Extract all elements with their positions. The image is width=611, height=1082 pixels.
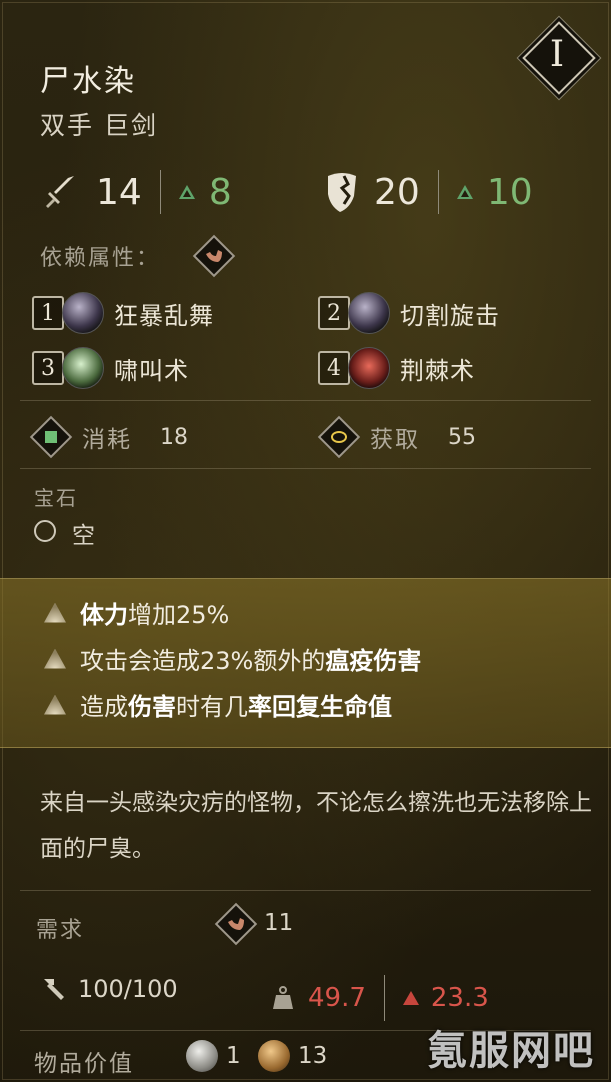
scaling-label: 依赖属性： [40,246,161,271]
requirement-value: 11 [264,910,294,936]
skill-key: 1 [32,296,64,330]
item-value-label: 物品价值 [34,1051,134,1077]
skill-icon-rampage [62,292,104,334]
effect-keyword: 率回复生命值 [248,693,392,721]
skill-slot-2[interactable]: 2 切割旋击 [318,292,500,334]
item-description: 来自一头感染灾疠的怪物，不论怎么擦洗也无法移除上面的尸臭。 [40,790,592,862]
effect-keyword: 体力 [80,601,128,629]
stat-divider [383,975,385,1021]
skill-icon-cutting-spin [348,292,390,334]
skill-name: 啸叫术 [114,356,189,385]
skill-name: 狂暴乱舞 [114,301,214,330]
gain-resource: 获取 55 [317,415,476,459]
weight-stat: 49.7 23.3 [272,975,489,1021]
effect-text: 攻击会造成23%额外的 [80,647,326,675]
effect-bullet-icon [44,694,66,715]
effect-keyword: 瘟疫伤害 [325,647,422,675]
item-type: 双手 巨剑 [40,111,158,140]
section-divider [20,400,591,401]
gold-value: 13 [258,1040,327,1072]
skill-name: 切割旋击 [400,301,500,330]
effect-bullet-icon [44,648,66,669]
upgrade-icon [178,185,195,199]
effect-line-1: 体力 增加25% [44,595,229,630]
attack-upgrade-value: 8 [208,171,232,213]
skill-name: 荆棘术 [400,356,475,385]
effect-text: 时有几 [176,693,248,721]
effect-text: 造成 [80,693,128,721]
effect-line-2: 攻击会造成23%额外的 瘟疫伤害 [44,641,421,676]
skill-icon-thorns [348,347,390,389]
section-divider [20,468,591,469]
skill-key: 3 [32,351,64,385]
hammer-icon [44,979,64,1000]
item-name: 尸水染 [40,64,136,99]
requirement-label: 需求 [36,918,85,943]
stat-divider [159,170,161,214]
shield-icon [328,173,356,212]
gold-coin-icon [258,1040,290,1072]
durability-value: 100/100 [78,975,178,1003]
skill-key: 4 [318,351,350,385]
consume-resource: 消耗 18 [29,415,188,459]
effects-panel: 体力 增加25% 攻击会造成23%额外的 瘟疫伤害 造成 伤害 时有几 率回复生命值 [0,578,611,748]
empty-gem-slot-icon[interactable] [34,520,56,542]
weight-upgrade-value: 23.3 [430,983,489,1013]
strength-requirement-icon [214,902,258,946]
gem-slot-text: 空 [72,523,95,549]
consume-label: 消耗 [82,427,132,453]
tier-badge: I [521,20,596,95]
upgrade-warning-icon [402,991,419,1005]
tier-number: I [549,34,565,75]
skill-slot-1[interactable]: 1 狂暴乱舞 [32,292,214,334]
weight-value: 49.7 [308,983,366,1013]
sword-icon [46,176,74,208]
silver-coin-icon [186,1040,218,1072]
silver-amount: 1 [226,1043,241,1069]
effect-bullet-icon [44,602,66,623]
guard-value: 20 [374,171,420,213]
gem-label: 宝石 [34,486,78,510]
gain-icon [317,415,361,459]
skill-key: 2 [318,296,350,330]
attack-value: 14 [96,171,142,213]
skill-icon-howl [62,347,104,389]
section-divider [20,890,591,891]
watermark: 氪服网吧 [427,1028,595,1074]
effect-text: 增加25% [128,601,230,629]
upgrade-icon [456,185,473,199]
guard-stat: 20 10 [322,170,533,214]
strength-attribute-icon[interactable] [192,234,236,278]
skill-slot-3[interactable]: 3 啸叫术 [32,347,189,389]
effect-line-3: 造成 伤害 时有几 率回复生命值 [44,687,392,722]
gain-label: 获取 [370,427,420,453]
attack-stat: 14 8 [40,170,232,214]
skill-slot-4[interactable]: 4 荆棘术 [318,347,475,389]
silver-value: 1 [186,1040,241,1072]
durability-stat: 100/100 [40,975,178,1003]
gold-amount: 13 [298,1043,328,1069]
effect-keyword: 伤害 [128,693,176,721]
item-tooltip: 尸水染 双手 巨剑 I 14 8 20 10 依赖属性： 1 狂暴乱舞 2 切割… [0,0,611,1082]
gain-value: 55 [448,424,476,450]
consume-value: 18 [160,424,188,450]
weight-icon [273,986,293,1009]
stat-divider [437,170,439,214]
guard-upgrade-value: 10 [486,171,533,213]
consume-icon [29,415,73,459]
